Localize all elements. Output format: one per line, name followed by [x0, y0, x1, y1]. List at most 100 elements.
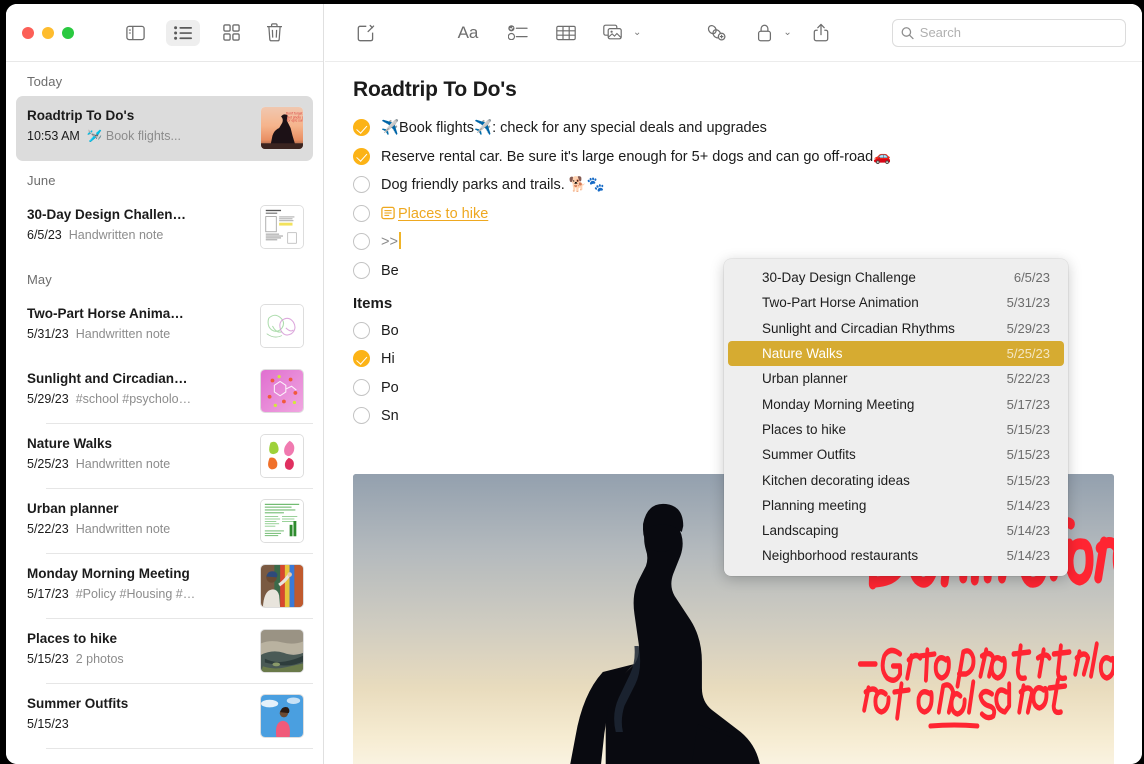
checkbox-unchecked-icon[interactable]: [353, 407, 370, 424]
picker-row-date: 5/15/23: [1007, 422, 1050, 437]
note-list-item[interactable]: Summer Outfits5/15/23: [16, 684, 313, 749]
checkbox-unchecked-icon[interactable]: [353, 262, 370, 279]
note-link-picker-popup[interactable]: 30-Day Design Challenge6/5/23Two-Part Ho…: [724, 259, 1068, 576]
note-item-subtitle: 5/17/23#Policy #Housing #…: [27, 585, 250, 604]
checkbox-unchecked-icon[interactable]: [353, 233, 370, 250]
checklist: ✈️Book flights✈️: check for any special …: [353, 118, 1114, 281]
picker-row[interactable]: Landscaping5/14/23: [728, 518, 1064, 543]
picker-row[interactable]: Places to hike 5/15/23: [728, 417, 1064, 442]
note-item-thumbnail: [260, 369, 304, 413]
editor-toolbar: Aa: [325, 4, 1142, 62]
note-list-item[interactable]: Sunlight and Circadian…5/29/23#school #p…: [16, 359, 313, 424]
checklist-icon[interactable]: [501, 19, 535, 47]
note-list-item[interactable]: Two-Part Horse Anima…5/31/23Handwritten …: [16, 294, 313, 359]
checkbox-unchecked-icon[interactable]: [353, 176, 370, 193]
note-item-title: Places to hike: [27, 629, 250, 648]
picker-row[interactable]: Two-Part Horse Animation5/31/23: [728, 290, 1064, 315]
note-item-text: Monday Morning Meeting 5/17/23#Policy #Ho…: [27, 564, 260, 604]
note-item-snippet-text: Book flights...: [106, 129, 181, 143]
picker-row-title: Places to hike: [762, 422, 995, 437]
picker-row[interactable]: Neighborhood restaurants5/14/23: [728, 543, 1064, 568]
media-icon[interactable]: [597, 19, 631, 47]
picker-row[interactable]: Nature Walks 5/25/23: [728, 341, 1064, 366]
picker-row-date: 5/15/23: [1007, 447, 1050, 462]
checklist-item[interactable]: Places to hike: [353, 204, 1114, 224]
picker-row-title: Two-Part Horse Animation: [762, 295, 995, 310]
note-item-date: 5/29/23: [27, 392, 69, 406]
text-cursor: [399, 232, 401, 249]
chevron-down-icon[interactable]: ⌄: [633, 27, 641, 38]
share-icon[interactable]: [804, 19, 838, 47]
note-item-thumbnail: [260, 304, 304, 348]
format-text-button[interactable]: Aa: [451, 19, 485, 47]
lock-icon[interactable]: [747, 19, 781, 47]
checkbox-checked-icon[interactable]: [353, 350, 370, 367]
note-item-title: Urban planner: [27, 499, 250, 518]
compose-note-icon[interactable]: [349, 19, 383, 47]
picker-row-title: Sunlight and Circadian Rhythms: [762, 321, 995, 336]
note-item-snippet: Handwritten note: [76, 457, 171, 471]
picker-row-title: Kitchen decorating ideas: [762, 473, 995, 488]
minimize-window-button[interactable]: [42, 27, 54, 39]
note-item-subtitle: 5/15/232 photos: [27, 650, 250, 669]
lock-chevron-down-icon[interactable]: ⌄: [783, 27, 791, 38]
list-view-icon[interactable]: [166, 20, 200, 46]
note-item-title: Monday Morning Meeting: [27, 564, 250, 583]
note-item-thumbnail: Don't forget Get photo at thisfor epic s…: [260, 106, 304, 150]
picker-row[interactable]: Summer Outfits5/15/23: [728, 442, 1064, 467]
search-input[interactable]: [920, 25, 1117, 40]
checkbox-checked-icon[interactable]: [353, 148, 370, 165]
picker-row-title: Monday Morning Meeting: [762, 397, 995, 412]
note-list-item[interactable]: Places to hike 5/15/232 photos: [16, 619, 313, 684]
picker-row-title: 30-Day Design Challenge: [762, 270, 1002, 285]
picker-row[interactable]: Monday Morning Meeting 5/17/23: [728, 391, 1064, 416]
note-item-title: Two-Part Horse Anima…: [27, 304, 250, 323]
checkbox-unchecked-icon[interactable]: [353, 379, 370, 396]
note-item-text: Places to hike 5/15/232 photos: [27, 629, 260, 669]
picker-row-date: 5/14/23: [1007, 548, 1050, 563]
note-item-title: Nature Walks: [27, 434, 250, 453]
checkbox-checked-icon[interactable]: [353, 119, 370, 136]
picker-row-date: 5/17/23: [1007, 397, 1050, 412]
table-icon[interactable]: [549, 19, 583, 47]
add-people-icon[interactable]: [699, 19, 733, 47]
note-list-item[interactable]: Urban planner5/22/23Handwritten note: [16, 489, 313, 554]
note-list-item[interactable]: Roadtrip To Do's10:53 AM🛩️ Book flights.…: [16, 96, 313, 161]
picker-row[interactable]: 30-Day Design Challenge6/5/23: [728, 265, 1064, 290]
close-window-button[interactable]: [22, 27, 34, 39]
note-item-thumbnail: [260, 564, 304, 608]
checkbox-unchecked-icon[interactable]: [353, 205, 370, 222]
checklist-item[interactable]: Dog friendly parks and trails. 🐕🐾: [353, 175, 1114, 195]
format-label: Aa: [458, 23, 479, 43]
sidebar-toggle-icon[interactable]: [118, 20, 152, 46]
trash-icon[interactable]: [257, 20, 291, 46]
picker-row[interactable]: Sunlight and Circadian Rhythms5/29/23: [728, 316, 1064, 341]
note-list-item[interactable]: 30-Day Design Challen…6/5/23Handwritten …: [16, 195, 313, 260]
picker-row[interactable]: Kitchen decorating ideas5/15/23: [728, 467, 1064, 492]
sidebar-group-header: June: [6, 161, 323, 195]
note-link-places-to-hike[interactable]: Places to hike: [398, 206, 488, 222]
picker-row-date: 5/25/23: [1007, 346, 1050, 361]
checklist-item[interactable]: Reserve rental car. Be sure it's large e…: [353, 147, 1114, 167]
note-item-subtitle: 5/15/23: [27, 715, 250, 734]
picker-row-date: 5/14/23: [1007, 498, 1050, 513]
gallery-view-icon[interactable]: [214, 20, 248, 46]
sidebar-group-header: May: [6, 260, 323, 294]
note-item-text: Urban planner5/22/23Handwritten note: [27, 499, 260, 539]
note-item-date: 10:53 AM: [27, 129, 80, 143]
picker-row[interactable]: Urban planner5/22/23: [728, 366, 1064, 391]
note-list-sidebar: TodayRoadtrip To Do's10:53 AM🛩️ Book fli…: [6, 4, 324, 764]
zoom-window-button[interactable]: [62, 27, 74, 39]
picker-row-title: Landscaping: [762, 523, 995, 538]
note-item-text: Two-Part Horse Anima…5/31/23Handwritten …: [27, 304, 260, 344]
checkbox-unchecked-icon[interactable]: [353, 322, 370, 339]
checklist-item[interactable]: >>: [353, 232, 1114, 252]
picker-row-title: Nature Walks: [762, 346, 995, 361]
sidebar-groups: TodayRoadtrip To Do's10:53 AM🛩️ Book fli…: [6, 62, 323, 749]
checklist-item[interactable]: ✈️Book flights✈️: check for any special …: [353, 118, 1114, 138]
search-field[interactable]: [892, 19, 1126, 47]
note-list-item[interactable]: Nature Walks5/25/23Handwritten note: [16, 424, 313, 489]
note-item-subtitle: 5/29/23#school #psycholo…: [27, 390, 250, 409]
note-list-item[interactable]: Monday Morning Meeting 5/17/23#Policy #Ho…: [16, 554, 313, 619]
picker-row[interactable]: Planning meeting5/14/23: [728, 493, 1064, 518]
